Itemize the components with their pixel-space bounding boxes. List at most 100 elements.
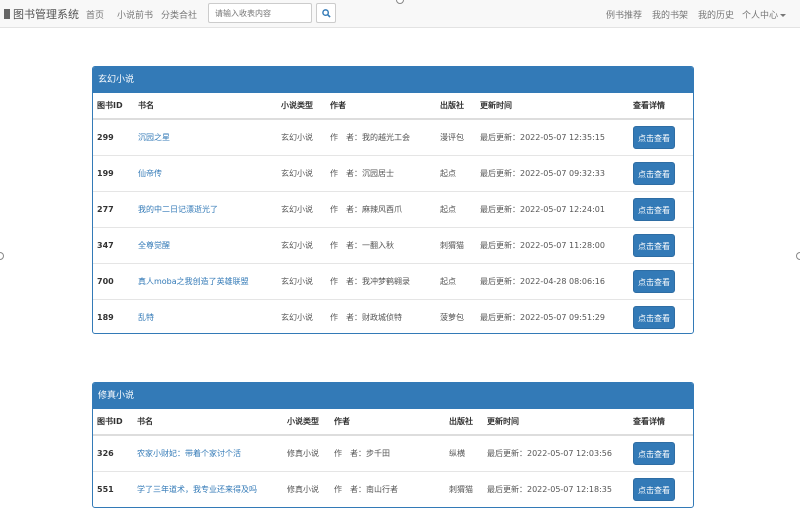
book-title[interactable]: 我的中二日记漂逝光了 — [134, 191, 277, 228]
user-menu-label: 个人中心 — [742, 11, 779, 21]
book-updated: 最后更新：2022-05-07 11:28:00 — [476, 227, 629, 264]
table-row: 700 真人moba之我创造了英雄联盟 玄幻小说 作 者：我冲梦鹤翱录 起点 最… — [93, 263, 693, 300]
view-details-button[interactable]: 点击查看 — [633, 306, 675, 329]
nav-recommend[interactable]: 例书推荐 — [606, 8, 642, 21]
book-author: 作 者：麻辣风酉爪 — [326, 191, 436, 228]
view-details-button[interactable]: 点击查看 — [633, 162, 675, 185]
table-row: 299 沉园之星 玄幻小说 作 者：我的越光工会 漫评包 最后更新：2022-0… — [93, 118, 693, 156]
book-type: 修真小说 — [283, 471, 330, 507]
col-header-id: 图书ID — [93, 93, 134, 120]
book-updated: 最后更新：2022-05-07 12:35:15 — [476, 118, 629, 156]
book-title[interactable]: 仙帝传 — [134, 155, 277, 192]
panel-cultivation: 修真小说 图书ID 书名 小说类型 作者 出版社 更新时间 查看详情 326 农… — [92, 382, 694, 508]
details-cell: 点击查看 — [629, 434, 693, 472]
book-title[interactable]: 乱特 — [134, 299, 277, 333]
view-details-button[interactable]: 点击查看 — [633, 270, 675, 293]
search-button[interactable] — [316, 3, 336, 23]
details-cell: 点击查看 — [629, 155, 693, 192]
details-cell: 点击查看 — [629, 118, 693, 156]
book-author: 作 者：步千田 — [330, 434, 445, 472]
col-header-author: 作者 — [330, 409, 445, 436]
book-author: 作 者：我的越光工会 — [326, 118, 436, 156]
col-header-details: 查看详情 — [629, 93, 693, 120]
book-id: 347 — [93, 227, 134, 264]
nav-novel-list[interactable]: 小说前书 — [117, 8, 153, 21]
book-title[interactable]: 真人moba之我创造了英雄联盟 — [134, 263, 277, 300]
table-row: 551 学了三年道术，我专业还来得及吗 修真小说 作 者：南山行者 刺猬猫 最后… — [93, 471, 693, 507]
col-header-author: 作者 — [326, 93, 436, 120]
book-publisher: 起点 — [436, 191, 476, 228]
book-updated: 最后更新：2022-05-07 09:51:29 — [476, 299, 629, 333]
book-publisher: 起点 — [436, 155, 476, 192]
details-cell: 点击查看 — [629, 263, 693, 300]
book-author: 作 者：我冲梦鹤翱录 — [326, 263, 436, 300]
view-details-button[interactable]: 点击查看 — [633, 442, 675, 465]
nav-home[interactable]: 首页 — [86, 8, 104, 21]
resize-handle-left[interactable] — [0, 252, 4, 260]
book-publisher: 刺猬猫 — [436, 227, 476, 264]
book-type: 修真小说 — [283, 434, 330, 472]
book-updated: 最后更新：2022-05-07 09:32:33 — [476, 155, 629, 192]
search-input[interactable] — [208, 3, 312, 23]
search-icon — [322, 9, 331, 18]
book-title[interactable]: 学了三年道术，我专业还来得及吗 — [133, 471, 283, 507]
book-type: 玄幻小说 — [277, 263, 326, 300]
col-header-id: 图书ID — [93, 409, 133, 436]
col-header-title: 书名 — [134, 93, 277, 120]
book-table: 图书ID 书名 小说类型 作者 出版社 更新时间 查看详情 299 沉园之星 玄… — [93, 93, 693, 333]
nav-history[interactable]: 我的历史 — [698, 8, 734, 21]
book-type: 玄幻小说 — [277, 299, 326, 333]
book-id: 199 — [93, 155, 134, 192]
book-publisher: 漫评包 — [436, 118, 476, 156]
table-row: 347 全尊觉醒 玄幻小说 作 者：一翻入秋 刺猬猫 最后更新：2022-05-… — [93, 227, 693, 264]
details-cell: 点击查看 — [629, 191, 693, 228]
brand[interactable]: 图书管理系统 — [4, 6, 79, 22]
book-publisher: 菠萝包 — [436, 299, 476, 333]
book-icon — [4, 9, 10, 19]
book-id: 326 — [93, 434, 133, 472]
book-id: 551 — [93, 471, 133, 507]
book-id: 277 — [93, 191, 134, 228]
book-updated: 最后更新：2022-04-28 08:06:16 — [476, 263, 629, 300]
panel-heading: 修真小说 — [93, 383, 693, 409]
view-details-button[interactable]: 点击查看 — [633, 478, 675, 501]
book-title[interactable]: 沉园之星 — [134, 118, 277, 156]
nav-categories[interactable]: 分类合社 — [161, 8, 197, 21]
col-header-updated: 更新时间 — [483, 409, 629, 436]
book-updated: 最后更新：2022-05-07 12:24:01 — [476, 191, 629, 228]
view-details-button[interactable]: 点击查看 — [633, 198, 675, 221]
caret-down-icon — [780, 14, 787, 17]
panel-fantasy: 玄幻小说 图书ID 书名 小说类型 作者 出版社 更新时间 查看详情 299 沉… — [92, 66, 694, 334]
book-id: 700 — [93, 263, 134, 300]
book-title[interactable]: 全尊觉醒 — [134, 227, 277, 264]
book-id: 299 — [93, 118, 134, 156]
book-id: 189 — [93, 299, 134, 333]
book-updated: 最后更新：2022-05-07 12:18:35 — [483, 471, 629, 507]
book-publisher: 起点 — [436, 263, 476, 300]
col-header-publisher: 出版社 — [445, 409, 483, 436]
table-row: 189 乱特 玄幻小说 作 者：财政城侦特 菠萝包 最后更新：2022-05-0… — [93, 299, 693, 333]
details-cell: 点击查看 — [629, 471, 693, 507]
view-details-button[interactable]: 点击查看 — [633, 126, 675, 149]
book-author: 作 者：南山行者 — [330, 471, 445, 507]
book-type: 玄幻小说 — [277, 227, 326, 264]
book-type: 玄幻小说 — [277, 155, 326, 192]
book-publisher: 纵横 — [445, 434, 483, 472]
book-title[interactable]: 农家小财妃：带着个家讨个活 — [133, 434, 283, 472]
table-header-row: 图书ID 书名 小说类型 作者 出版社 更新时间 查看详情 — [93, 409, 693, 436]
brand-title: 图书管理系统 — [13, 8, 79, 21]
col-header-publisher: 出版社 — [436, 93, 476, 120]
resize-handle-right[interactable] — [796, 252, 800, 260]
book-table: 图书ID 书名 小说类型 作者 出版社 更新时间 查看详情 326 农家小财妃：… — [93, 409, 693, 507]
nav-bookshelf[interactable]: 我的书架 — [652, 8, 688, 21]
top-navbar: 图书管理系统 首页 小说前书 分类合社 例书推荐 我的书架 我的历史 个人中心 — [0, 0, 800, 28]
col-header-type: 小说类型 — [277, 93, 326, 120]
panel-heading: 玄幻小说 — [93, 67, 693, 93]
book-author: 作 者：沉园居士 — [326, 155, 436, 192]
book-author: 作 者：财政城侦特 — [326, 299, 436, 333]
table-row: 199 仙帝传 玄幻小说 作 者：沉园居士 起点 最后更新：2022-05-07… — [93, 155, 693, 192]
user-menu[interactable]: 个人中心 — [742, 8, 787, 21]
view-details-button[interactable]: 点击查看 — [633, 234, 675, 257]
book-type: 玄幻小说 — [277, 191, 326, 228]
col-header-title: 书名 — [133, 409, 283, 436]
